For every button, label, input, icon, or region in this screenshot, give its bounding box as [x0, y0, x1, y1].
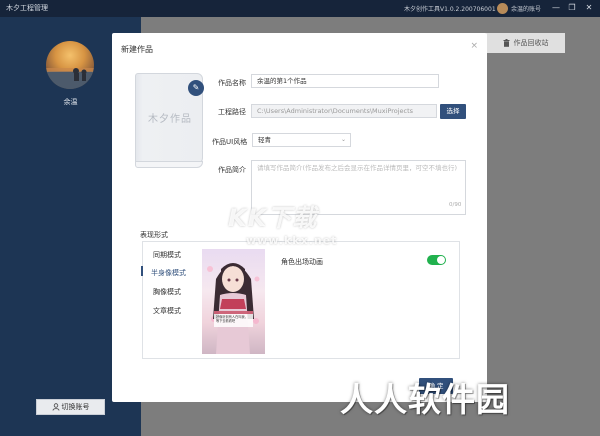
- name-label: 作品名称: [218, 79, 246, 87]
- style-select[interactable]: 轻青 ⌄: [252, 133, 351, 147]
- trash-icon: [503, 39, 509, 47]
- dialog-title: 新建作品: [121, 45, 153, 54]
- restore-icon[interactable]: ❐: [566, 2, 578, 14]
- edit-cover-icon[interactable]: ✎: [188, 80, 204, 96]
- title-bar: 木夕工程管理 木夕创作工具V1.0.2.200706001 余温的账号 — ❐ …: [0, 0, 600, 17]
- intro-label: 作品简介: [218, 166, 246, 174]
- choose-path-button[interactable]: 选择: [440, 104, 466, 119]
- user-avatar[interactable]: [46, 41, 94, 89]
- path-label: 工程路径: [218, 108, 246, 116]
- switch-account-label: 切换账号: [61, 403, 90, 411]
- close-window-icon[interactable]: ✕: [583, 2, 595, 14]
- watermark-kkx: KK下载: [228, 204, 318, 232]
- titlebar-avatar[interactable]: [497, 3, 508, 14]
- anim-toggle[interactable]: [427, 255, 446, 265]
- minimize-icon[interactable]: —: [550, 2, 562, 14]
- watermark-kkx-url: www.kkx.net: [246, 234, 338, 247]
- app-title: 木夕工程管理: [6, 4, 48, 12]
- name-input[interactable]: 余温的第1个作品: [251, 74, 439, 88]
- cover-page-edge: [135, 161, 203, 168]
- anim-label: 角色出场动画: [281, 258, 323, 266]
- cover-title: 木夕作品: [148, 114, 192, 125]
- mode-panel: 同期模式 半身像模式 胸像模式 文章模式 好像听到有人在叫我，等下去看看吧 角色…: [141, 241, 460, 359]
- recycle-bin-button[interactable]: 作品回收站: [486, 33, 565, 53]
- path-input[interactable]: C:\Users\Administrator\Documents\MuxiPro…: [251, 104, 437, 118]
- mode-preview-image: 好像听到有人在叫我，等下去看看吧: [202, 249, 265, 354]
- toggle-knob: [437, 256, 445, 264]
- recycle-bin-label: 作品回收站: [513, 39, 549, 47]
- style-select-value: 轻青: [258, 136, 271, 144]
- intro-counter: 0/90: [449, 202, 462, 208]
- dialog-close-icon[interactable]: ×: [470, 41, 478, 51]
- version-label: 木夕创作工具V1.0.2.200706001: [404, 6, 496, 13]
- style-label: 作品UI风格: [212, 138, 248, 146]
- cover-image[interactable]: 木夕作品 ✎: [135, 73, 204, 164]
- titlebar-user[interactable]: 余温的账号: [511, 4, 541, 13]
- preview-dialog-text: 好像听到有人在叫我，等下去看看吧: [216, 315, 248, 323]
- user-icon: [52, 403, 59, 411]
- watermark-renren: 人人软件园: [340, 380, 510, 419]
- chevron-down-icon: ⌄: [340, 136, 346, 143]
- switch-account-button[interactable]: 切换账号: [36, 399, 105, 415]
- mode-section-label: 表现形式: [140, 231, 168, 239]
